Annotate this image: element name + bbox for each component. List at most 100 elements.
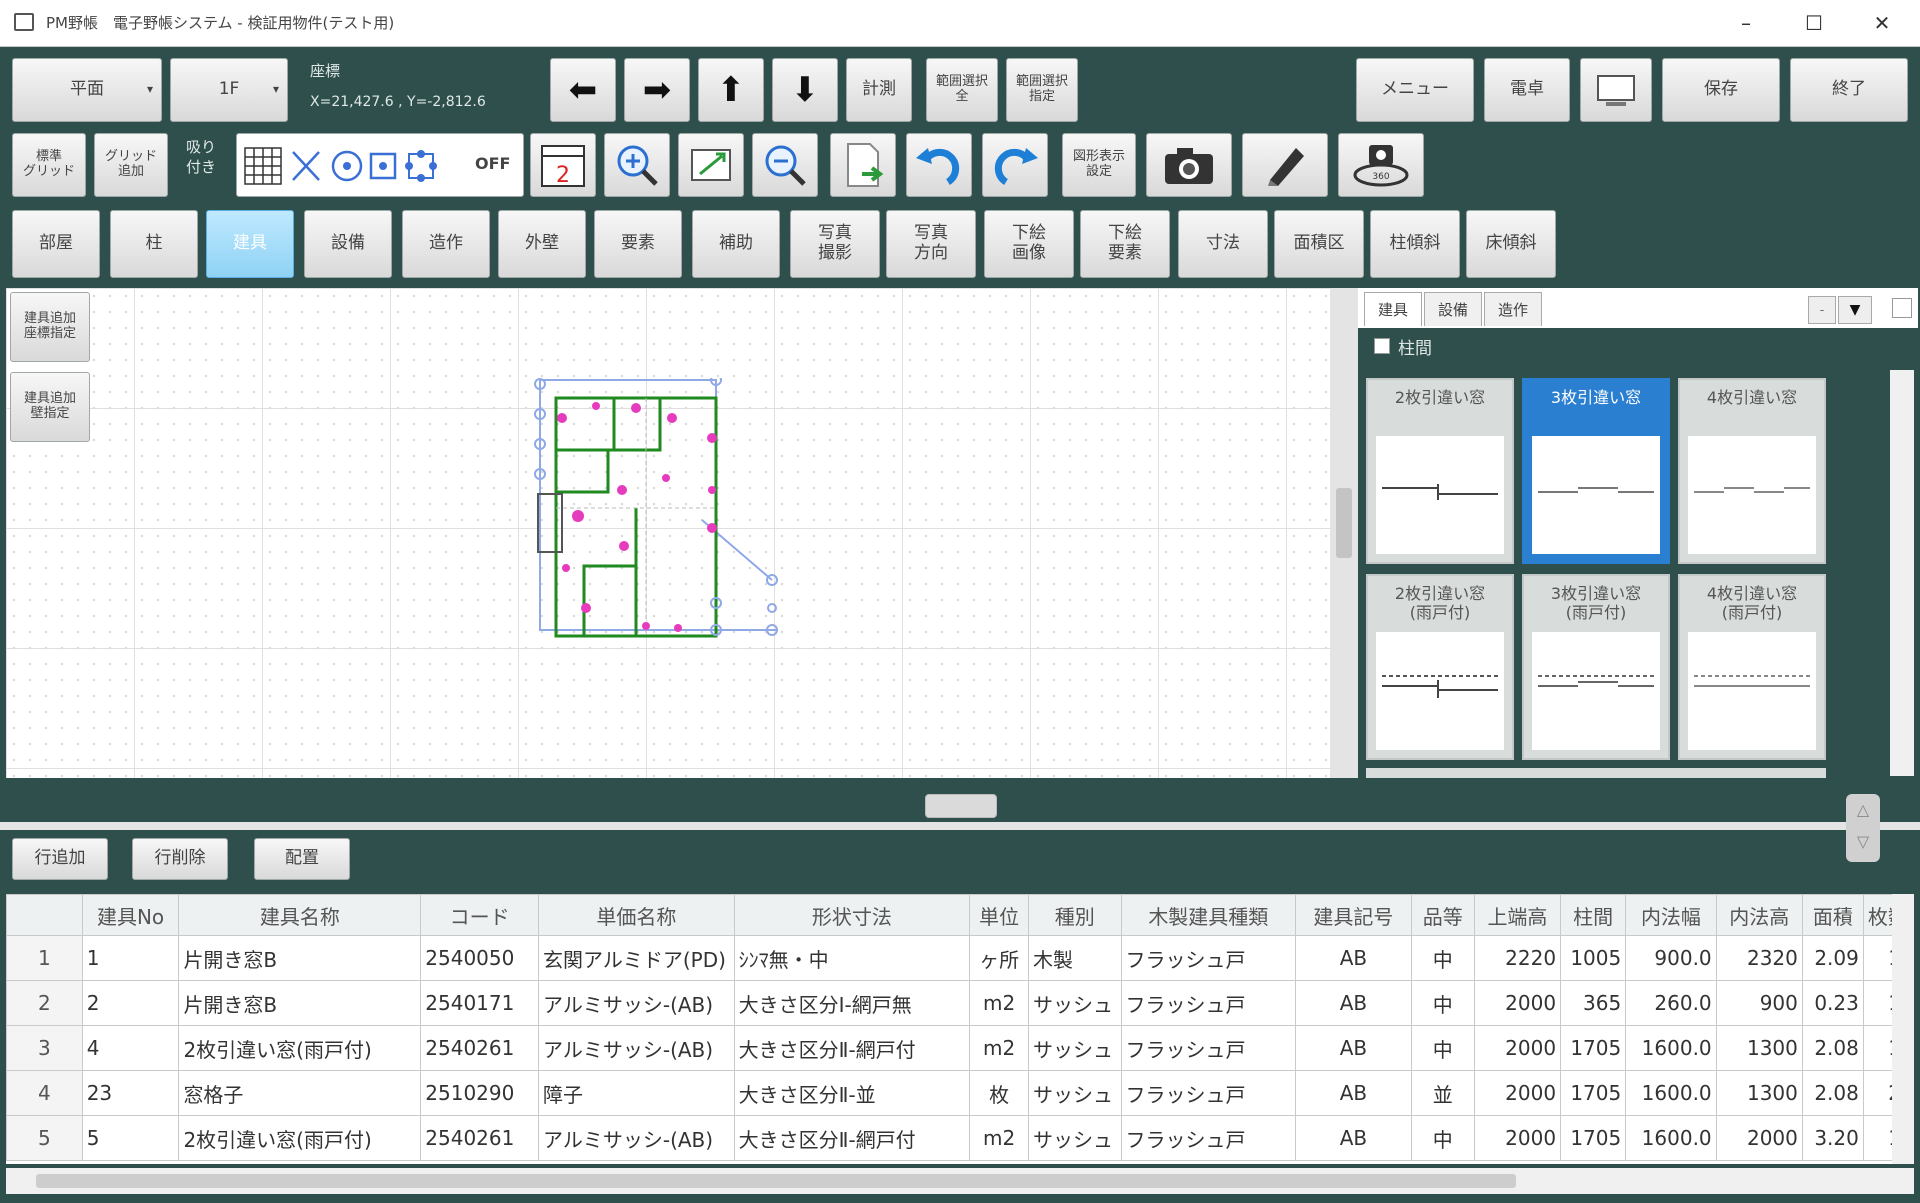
category-button-3[interactable]: 設備 [304,210,392,278]
table-cell[interactable]: アルミサッシ-(AB) [538,1115,735,1161]
category-button-1[interactable]: 柱 [110,210,198,278]
pillar-filter-checkbox[interactable] [1374,338,1390,354]
table-cell[interactable]: 2.09 [1801,935,1864,981]
table-cell[interactable]: 2000 [1473,980,1562,1026]
monitor-button[interactable] [1580,58,1652,122]
table-cell[interactable]: AB [1295,935,1412,981]
table-cell[interactable]: 障子 [538,1070,735,1116]
table-cell[interactable]: 2540171 [420,980,540,1026]
category-button-9[interactable]: 写真 方向 [886,210,976,278]
table-cell[interactable]: 大きさ区分Ⅰ-網戸無 [733,980,971,1026]
table-cell[interactable]: 2 [81,980,180,1026]
place-button[interactable]: 配置 [254,838,350,880]
close-button[interactable]: ✕ [1862,8,1902,38]
table-cell[interactable]: 枚 [969,1070,1030,1116]
table-cell[interactable]: 片開き窓B [178,935,422,981]
table-cell[interactable]: 900.0 [1625,935,1717,981]
table-cell[interactable]: フラッシュ戸 [1120,1025,1297,1071]
category-button-11[interactable]: 下絵 要素 [1080,210,1170,278]
column-header[interactable]: 内法高 [1715,894,1803,936]
table-cell[interactable]: 2000 [1473,1025,1562,1071]
category-button-6[interactable]: 要素 [594,210,682,278]
table-vertical-scrollbar[interactable] [1892,894,1914,1164]
floor-plan[interactable] [526,378,846,698]
add-row-button[interactable]: 行追加 [12,838,108,880]
redo-button[interactable] [982,133,1048,197]
category-button-5[interactable]: 外壁 [498,210,586,278]
table-cell[interactable]: フラッシュ戸 [1120,935,1297,981]
tab-fixtures[interactable]: 造作 [1484,292,1542,326]
snap-off-label[interactable]: OFF [475,154,510,173]
table-cell[interactable]: 3.20 [1801,1115,1864,1161]
table-cell[interactable]: 1705 [1560,1115,1627,1161]
view-select[interactable]: 平面 [12,58,162,122]
table-cell[interactable]: 2510290 [420,1070,540,1116]
column-header[interactable]: 品等 [1410,894,1475,936]
table-cell[interactable]: m2 [969,980,1030,1026]
column-header[interactable]: 柱間 [1560,894,1627,936]
table-cell[interactable]: 2320 [1715,935,1803,981]
pen-button[interactable] [1242,133,1328,197]
column-header[interactable]: 建具No [81,894,180,936]
column-header[interactable]: コード [420,894,540,936]
category-button-14[interactable]: 柱傾斜 [1370,210,1460,278]
calculator-button[interactable]: 電卓 [1484,58,1570,122]
table-cell[interactable]: 260.0 [1625,980,1717,1026]
category-button-13[interactable]: 面積区 [1274,210,1364,278]
table-cell[interactable]: 木製 [1028,935,1122,981]
column-header[interactable]: 種別 [1028,894,1122,936]
item-card-4-sliding[interactable]: 4枚引違い窓 [1678,378,1826,564]
table-cell[interactable]: 2540050 [420,935,540,981]
tab-fittings[interactable]: 建具 [1364,292,1422,326]
table-cell[interactable]: 玄関アルミドア(PD) [538,935,735,981]
export-button[interactable] [830,133,896,197]
table-cell[interactable]: 2220 [1473,935,1562,981]
category-button-10[interactable]: 下絵 画像 [984,210,1074,278]
column-header[interactable]: 単位 [969,894,1030,936]
item-card-3-sliding-shutter[interactable]: 3枚引違い窓 (雨戸付) [1522,574,1670,760]
table-cell[interactable]: 中 [1410,1115,1475,1161]
table-cell[interactable]: 並 [1410,1070,1475,1116]
minimize-button[interactable]: – [1726,8,1766,38]
table-row[interactable]: 4 23 窓格子 2510290 障子 大きさ区分Ⅱ-並枚サッシュ フラッシュ戸 AB 並 200… [6,1070,1906,1116]
table-row[interactable]: 3 4 2枚引違い窓(雨戸付) 2540261 アルミサッシ-(AB) 大きさ区分Ⅱ-網戸… [6,1025,1906,1071]
arrow-down-button[interactable]: ⬇ [772,58,838,122]
zoom-fit-button[interactable] [678,133,744,197]
zoom-in-button[interactable] [604,133,670,197]
category-button-2[interactable]: 建具 [206,210,294,278]
column-header[interactable]: 木製建具種類 [1120,894,1297,936]
table-cell[interactable]: 大きさ区分Ⅱ-網戸付 [733,1025,971,1071]
table-cell[interactable]: 1600.0 [1625,1070,1717,1116]
delete-row-button[interactable]: 行削除 [132,838,228,880]
table-row[interactable]: 1 1 片開き窓B 2540050 玄関アルミドア(PD) ｼﾝﾏ無・中 ヶ所 木製 フラッシュ… [6,935,1906,981]
zoom-out-button[interactable] [752,133,818,197]
category-button-4[interactable]: 造作 [402,210,490,278]
panel-checkbox[interactable] [1892,298,1912,318]
calendar-button[interactable]: 2 [530,133,596,197]
table-cell[interactable]: 中 [1410,935,1475,981]
drawing-canvas[interactable]: 建具追加 座標指定 建具追加 壁指定 [6,288,1330,778]
table-cell[interactable]: アルミサッシ-(AB) [538,1025,735,1071]
table-cell[interactable]: ヶ所 [969,935,1030,981]
table-row[interactable]: 5 5 2枚引違い窓(雨戸付) 2540261 アルミサッシ-(AB) 大きさ区分Ⅱ-網戸… [6,1115,1906,1161]
table-cell[interactable]: サッシュ [1028,980,1122,1026]
camera-360-button[interactable]: 360 [1338,133,1424,197]
panel-dropdown-icon[interactable]: ▼ [1838,296,1872,324]
table-cell[interactable]: AB [1295,980,1412,1026]
table-cell[interactable]: 2000 [1473,1115,1562,1161]
table-cell[interactable]: 4 [81,1025,180,1071]
grid-add-button[interactable]: グリッド 追加 [94,133,168,197]
undo-button[interactable] [906,133,972,197]
category-button-8[interactable]: 写真 撮影 [790,210,880,278]
table-cell[interactable]: AB [1295,1115,1412,1161]
table-cell[interactable]: 2540261 [420,1025,540,1071]
category-button-15[interactable]: 床傾斜 [1466,210,1556,278]
table-cell[interactable]: 1600.0 [1625,1115,1717,1161]
table-cell[interactable]: 1300 [1715,1070,1803,1116]
table-cell[interactable]: 2枚引違い窓(雨戸付) [178,1115,422,1161]
table-cell[interactable]: サッシュ [1028,1115,1122,1161]
select-all-button[interactable]: 範囲選択 全 [926,58,998,122]
scroll-thumb[interactable] [36,1174,1516,1188]
table-cell[interactable]: 1705 [1560,1070,1627,1116]
table-cell[interactable]: 1005 [1560,935,1627,981]
